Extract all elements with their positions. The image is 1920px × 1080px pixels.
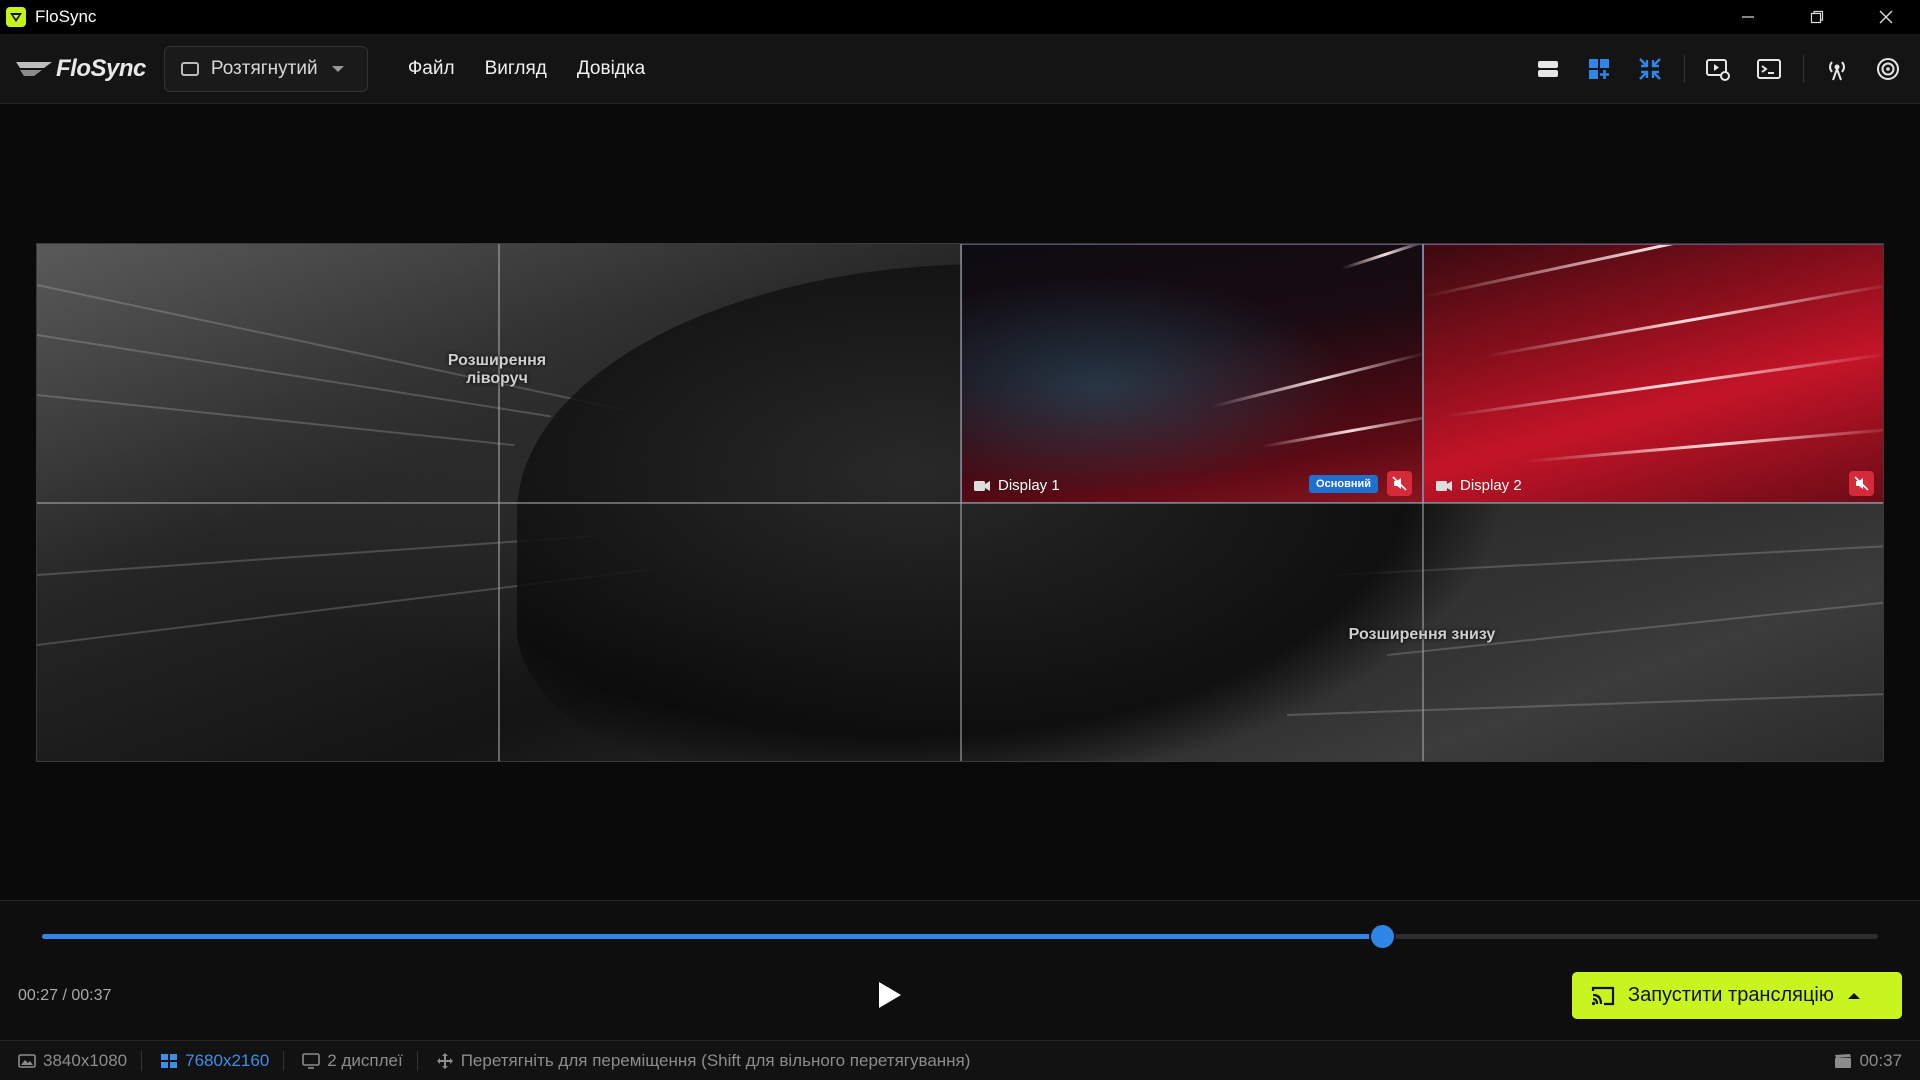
mode-dropdown[interactable]: Розтягнутий (163, 45, 368, 92)
status-resolution-single: 3840x1080 (0, 1051, 141, 1071)
airplay-button[interactable] (1870, 51, 1906, 87)
title-bar: FloSync (0, 0, 1920, 34)
flosync-logo-icon (16, 61, 52, 76)
preview-settings-icon (1706, 59, 1730, 81)
chevron-up-icon[interactable] (1847, 992, 1860, 999)
start-broadcast-label: Запустити трансляцію (1628, 984, 1834, 1006)
speaker-muted-icon (1392, 476, 1407, 491)
play-icon (879, 982, 901, 1008)
status-display-count: 2 дисплеї (284, 1051, 416, 1071)
display-1-name: Display 1 (998, 477, 1060, 494)
clapperboard-icon (1835, 1053, 1852, 1068)
drag-hint-text: Перетягніть для переміщення (Shift для в… (460, 1050, 971, 1070)
toolbar-divider (1803, 55, 1804, 83)
toolbar-divider (1684, 55, 1685, 83)
display-1-label: Display 1 (974, 477, 1060, 494)
menu-file[interactable]: Файл (408, 58, 455, 80)
minimize-button[interactable] (1713, 0, 1782, 34)
display-mode-icon (180, 61, 199, 76)
collapse-button[interactable] (1632, 51, 1668, 87)
chevron-down-icon (331, 65, 344, 72)
menu-bar: Файл Вигляд Довідка (408, 58, 675, 80)
mode-label: Розтягнутий (210, 57, 318, 79)
logo-text: FloSync (56, 54, 146, 82)
display-canvas: Display 1 Основний Display 2 Розширення … (0, 105, 1920, 900)
cast-icon (1591, 986, 1615, 1005)
resolution-wall-text: 7680x2160 (185, 1050, 270, 1070)
toolbar-icons (1515, 34, 1906, 104)
image-icon (18, 1053, 36, 1068)
speaker-muted-icon (1854, 476, 1869, 491)
broadcast-icon (1829, 61, 1845, 81)
window-title: FloSync (35, 7, 97, 26)
main-toolbar: FloSync Розтягнутий Файл Вигляд Довідка (0, 34, 1920, 104)
timeline-progress (42, 934, 1383, 939)
close-button[interactable] (1851, 0, 1920, 34)
grid-view-button[interactable] (1581, 51, 1617, 87)
start-broadcast-button[interactable]: Запустити трансляцію (1572, 972, 1902, 1019)
display-2-name: Display 2 (1460, 477, 1522, 494)
time-readout: 00:27 / 00:37 (18, 987, 112, 1004)
extension-bottom-label: Розширення знизу (1348, 626, 1496, 643)
timeline-handle[interactable] (1371, 925, 1395, 948)
duration-text: 00:37 (1859, 1050, 1902, 1070)
app-logo-icon (6, 7, 26, 27)
grid-line (37, 502, 1883, 504)
menu-view[interactable]: Вигляд (485, 58, 547, 80)
camera-icon (1436, 480, 1452, 491)
primary-display-badge: Основний (1309, 475, 1378, 493)
status-resolution-wall: 7680x2160 (142, 1051, 283, 1071)
airplay-icon (1877, 58, 1899, 80)
extension-left-label: Розширення ліворуч (447, 352, 547, 387)
resolution-single-text: 3840x1080 (43, 1050, 128, 1070)
grid-view-icon (161, 1053, 178, 1068)
grid-view-icon (1589, 59, 1609, 79)
preview-settings-button[interactable] (1700, 51, 1736, 87)
display-1-tile[interactable]: Display 1 Основний (961, 244, 1423, 503)
status-bar: 3840x1080 7680x2160 2 дисплеї Перетягніт… (0, 1040, 1920, 1080)
display-2-tile[interactable]: Display 2 (1423, 244, 1883, 503)
display-1-mute-button[interactable] (1387, 471, 1412, 496)
camera-icon (974, 480, 990, 491)
status-hint: Перетягніть для переміщення (Shift для в… (418, 1051, 985, 1071)
collapse-icon (1639, 58, 1661, 80)
window-controls (1713, 0, 1920, 34)
menu-help[interactable]: Довідка (577, 58, 645, 80)
video-wall-preview[interactable]: Display 1 Основний Display 2 Розширення … (36, 243, 1884, 762)
brand-logo: FloSync (14, 55, 146, 83)
terminal-button[interactable] (1751, 51, 1787, 87)
display-2-label: Display 2 (1436, 477, 1522, 494)
single-view-button[interactable] (1530, 51, 1566, 87)
monitor-icon (302, 1052, 321, 1069)
timeline-slider[interactable] (42, 925, 1878, 948)
display-count-text: 2 дисплеї (327, 1050, 403, 1070)
display-2-mute-button[interactable] (1849, 471, 1874, 496)
play-button[interactable] (874, 979, 904, 1011)
playback-panel: 00:27 / 00:37 Запустити трансляцію (0, 900, 1920, 1040)
single-view-icon (1538, 61, 1558, 77)
status-duration: 00:37 (1834, 1051, 1902, 1071)
move-icon (436, 1052, 453, 1069)
broadcast-button[interactable] (1819, 51, 1855, 87)
terminal-icon (1757, 59, 1781, 79)
restore-button[interactable] (1782, 0, 1851, 34)
